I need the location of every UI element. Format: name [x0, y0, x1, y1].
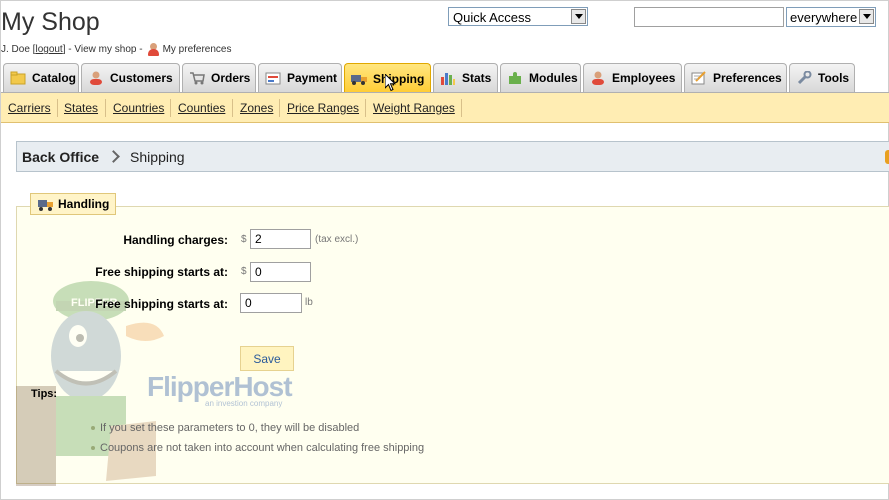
truck-icon: [38, 199, 53, 211]
payment-icon: [265, 71, 281, 85]
cart-icon: [189, 71, 205, 85]
quick-access-value: Quick Access: [453, 9, 532, 25]
user-mid: ] - View my shop -: [62, 44, 143, 55]
tab-stats[interactable]: Stats: [433, 63, 498, 92]
subnav-separator: [57, 99, 58, 117]
handling-charges-label: Handling charges:: [123, 233, 228, 247]
chevron-right-icon: [107, 150, 120, 163]
subnav-countries[interactable]: Countries: [113, 101, 164, 115]
puzzle-icon: [507, 71, 523, 85]
subnav-counties[interactable]: Counties: [178, 101, 225, 115]
free-shipping-weight-label: Free shipping starts at:: [95, 297, 228, 311]
search-scope-select[interactable]: everywhere: [786, 7, 876, 27]
weight-unit: lb: [305, 297, 313, 308]
tab-payment[interactable]: Payment: [258, 63, 342, 92]
tab-customers[interactable]: Customers: [81, 63, 180, 92]
handling-legend: Handling: [30, 193, 117, 215]
subnav-separator: [232, 99, 233, 117]
save-button[interactable]: Save: [240, 346, 294, 371]
mouse-cursor-icon: [385, 74, 397, 92]
shipping-subnav: Carriers States Countries Counties Zones…: [1, 93, 889, 123]
employees-icon: [590, 71, 606, 85]
subnav-separator: [105, 99, 106, 117]
free-shipping-price-label: Free shipping starts at:: [95, 265, 228, 279]
tab-modules[interactable]: Modules: [500, 63, 581, 92]
handling-charges-input[interactable]: 2: [250, 229, 311, 249]
tab-orders[interactable]: Orders: [182, 63, 256, 92]
subnav-separator: [461, 99, 462, 117]
tab-catalog[interactable]: Catalog: [3, 63, 79, 92]
subnav-states[interactable]: States: [64, 101, 98, 115]
breadcrumb: Back Office Shipping: [16, 141, 889, 172]
subnav-carriers[interactable]: Carriers: [8, 101, 51, 115]
stats-icon: [440, 71, 456, 85]
free-shipping-price-input[interactable]: 0: [250, 262, 311, 282]
bullet-icon: [91, 446, 95, 450]
subnav-separator: [170, 99, 171, 117]
user-icon: [147, 43, 160, 56]
tip-item: If you set these parameters to 0, they w…: [91, 422, 359, 434]
handling-legend-label: Handling: [58, 197, 110, 211]
search-input[interactable]: [634, 7, 784, 27]
user-line: J. Doe [ logout ] - View my shop - My pr…: [1, 43, 231, 56]
currency-symbol: $: [241, 234, 247, 245]
search-scope-value: everywhere: [790, 10, 858, 25]
folder-icon: [10, 71, 26, 85]
free-shipping-weight-input[interactable]: 0: [240, 293, 302, 313]
my-preferences-link[interactable]: My preferences: [163, 44, 232, 55]
tax-excl-note: (tax excl.): [315, 234, 359, 245]
bullet-icon: [91, 426, 95, 430]
subnav-separator: [279, 99, 280, 117]
breadcrumb-current: Shipping: [130, 148, 185, 165]
watermark-logo: FlipperHost an investion company: [147, 371, 293, 408]
wrench-icon: [796, 70, 812, 85]
subnav-zones[interactable]: Zones: [240, 101, 273, 115]
tips-label: Tips:: [31, 388, 58, 400]
logout-link[interactable]: logout: [35, 44, 62, 55]
currency-symbol: $: [241, 266, 247, 277]
subnav-price-ranges[interactable]: Price Ranges: [287, 101, 359, 115]
lock-icon[interactable]: [885, 150, 889, 164]
chevron-down-icon[interactable]: [571, 9, 586, 24]
quick-access-select[interactable]: Quick Access: [448, 7, 588, 26]
main-tabs: Catalog Customers Orders Payment Shippin…: [1, 63, 889, 93]
customers-icon: [88, 71, 104, 85]
tab-employees[interactable]: Employees: [583, 63, 682, 92]
tab-tools[interactable]: Tools: [789, 63, 855, 92]
breadcrumb-root[interactable]: Back Office: [22, 149, 99, 165]
tab-preferences[interactable]: Preferences: [684, 63, 787, 92]
chevron-down-icon[interactable]: [859, 9, 874, 24]
subnav-weight-ranges[interactable]: Weight Ranges: [373, 101, 455, 115]
tip-item: Coupons are not taken into account when …: [91, 442, 424, 454]
truck-icon: [351, 72, 367, 86]
preferences-icon: [691, 71, 707, 85]
user-prefix: J. Doe [: [1, 44, 36, 55]
shop-title: My Shop: [1, 8, 100, 36]
subnav-separator: [365, 99, 366, 117]
